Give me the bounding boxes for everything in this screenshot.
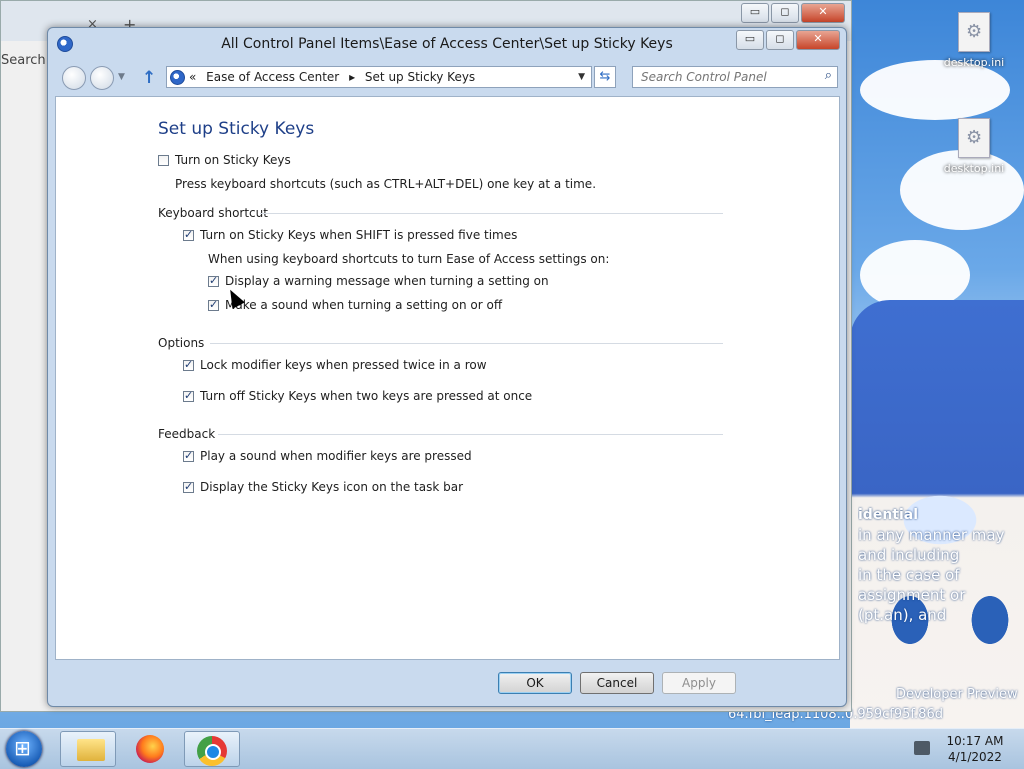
- search-box[interactable]: ⌕: [632, 66, 838, 88]
- control-panel-icon: [170, 70, 185, 85]
- firefox-icon: [136, 735, 164, 763]
- close-button[interactable]: ✕: [801, 3, 845, 23]
- play-sound-option[interactable]: Play a sound when modifier keys are pres…: [183, 449, 472, 463]
- address-bar[interactable]: « Ease of Access Center ▸ Set up Sticky …: [166, 66, 592, 88]
- ok-button[interactable]: OK: [498, 672, 572, 694]
- network-icon[interactable]: [914, 741, 930, 755]
- recent-pages-dropdown[interactable]: ▼: [118, 72, 125, 82]
- lock-modifier-checkbox[interactable]: [183, 358, 194, 371]
- turn-on-sticky-keys-option[interactable]: Turn on Sticky Keys: [158, 153, 291, 167]
- section-divider: [260, 213, 723, 214]
- taskbar-firefox[interactable]: [122, 731, 178, 767]
- shift-five-times-checkbox[interactable]: [183, 228, 194, 241]
- lock-modifier-option[interactable]: Lock modifier keys when pressed twice in…: [183, 358, 487, 372]
- apply-button[interactable]: Apply: [662, 672, 736, 694]
- dialog-footer: OK Cancel Apply: [55, 662, 840, 704]
- forward-button[interactable]: [90, 66, 114, 90]
- turn-on-sticky-keys-checkbox[interactable]: [158, 155, 169, 166]
- section-divider: [210, 343, 723, 344]
- window-title: All Control Panel Items\Ease of Access C…: [221, 36, 673, 52]
- keyboard-shortcut-heading: Keyboard shortcut: [158, 206, 268, 220]
- up-arrow-icon[interactable]: ↑: [142, 68, 156, 88]
- window-controls: ▭ ◻ ✕: [736, 30, 840, 50]
- maximize-button[interactable]: ◻: [771, 3, 799, 23]
- taskbar-clock[interactable]: 10:17 AM 4/1/2022: [940, 733, 1010, 765]
- turn-off-two-keys-checkbox[interactable]: [183, 389, 194, 402]
- section-divider: [218, 434, 723, 435]
- minimize-button[interactable]: ▭: [741, 3, 769, 23]
- breadcrumb-chevrons[interactable]: «: [189, 70, 196, 84]
- options-heading: Options: [158, 336, 205, 350]
- taskbar-file-explorer[interactable]: [60, 731, 116, 767]
- refresh-button[interactable]: ⇆: [594, 66, 616, 88]
- cloud: [860, 60, 1010, 120]
- warning-message-checkbox[interactable]: [208, 274, 219, 287]
- make-sound-option[interactable]: Make a sound when turning a setting on o…: [208, 298, 502, 312]
- close-button[interactable]: ✕: [796, 30, 840, 50]
- make-sound-checkbox[interactable]: [208, 298, 219, 311]
- breadcrumb-separator-icon[interactable]: ▸: [349, 70, 355, 84]
- search-icon[interactable]: ⌕: [825, 68, 832, 83]
- turn-on-description: Press keyboard shortcuts (such as CTRL+A…: [175, 177, 597, 191]
- breadcrumb-ease-of-access-center[interactable]: Ease of Access Center: [206, 70, 339, 84]
- breadcrumb: « Ease of Access Center ▸ Set up Sticky …: [189, 67, 481, 87]
- navigation-bar: ▼ ↑ « Ease of Access Center ▸ Set up Sti…: [54, 64, 840, 92]
- desktop-icon-desktop-ini[interactable]: desktop.ini: [934, 12, 1014, 69]
- browser-search-text[interactable]: Search: [1, 53, 46, 68]
- search-input[interactable]: [639, 67, 813, 87]
- start-button[interactable]: [6, 731, 42, 767]
- settings-file-icon: [958, 12, 990, 52]
- browser-window-controls: ▭ ◻ ✕: [741, 3, 845, 23]
- page-title: Set up Sticky Keys: [158, 119, 315, 139]
- chrome-icon: [197, 736, 227, 766]
- play-sound-checkbox[interactable]: [183, 449, 194, 462]
- title-bar[interactable]: All Control Panel Items\Ease of Access C…: [48, 28, 846, 62]
- clock-time: 10:17 AM: [946, 734, 1004, 748]
- taskbar-icon-option[interactable]: Display the Sticky Keys icon on the task…: [183, 480, 463, 494]
- back-button[interactable]: [62, 66, 86, 90]
- warning-message-option[interactable]: Display a warning message when turning a…: [208, 274, 549, 288]
- shift-five-times-option[interactable]: Turn on Sticky Keys when SHIFT is presse…: [183, 228, 517, 242]
- cancel-button[interactable]: Cancel: [580, 672, 654, 694]
- taskbar-icon-checkbox[interactable]: [183, 480, 194, 493]
- main-content: Set up Sticky Keys Turn on Sticky Keys P…: [55, 96, 840, 660]
- taskbar: 10:17 AM 4/1/2022: [0, 728, 1024, 769]
- clock-date: 4/1/2022: [948, 750, 1002, 764]
- maximize-button[interactable]: ◻: [766, 30, 794, 50]
- address-dropdown-icon[interactable]: ▼: [578, 67, 585, 87]
- settings-file-icon: [958, 118, 990, 158]
- feedback-heading: Feedback: [158, 427, 216, 441]
- breadcrumb-set-up-sticky-keys[interactable]: Set up Sticky Keys: [365, 70, 475, 84]
- desktop-icon-desktop-ini[interactable]: desktop.ini: [934, 118, 1014, 175]
- folder-icon: [77, 739, 105, 761]
- shortcut-subheading: When using keyboard shortcuts to turn Ea…: [208, 252, 610, 266]
- wallpaper-watermark-text: idential in any manner may and including…: [858, 507, 1005, 624]
- taskbar-chrome[interactable]: [184, 731, 240, 767]
- turn-off-two-keys-option[interactable]: Turn off Sticky Keys when two keys are p…: [183, 389, 532, 403]
- sticky-keys-window: All Control Panel Items\Ease of Access C…: [47, 27, 847, 707]
- minimize-button[interactable]: ▭: [736, 30, 764, 50]
